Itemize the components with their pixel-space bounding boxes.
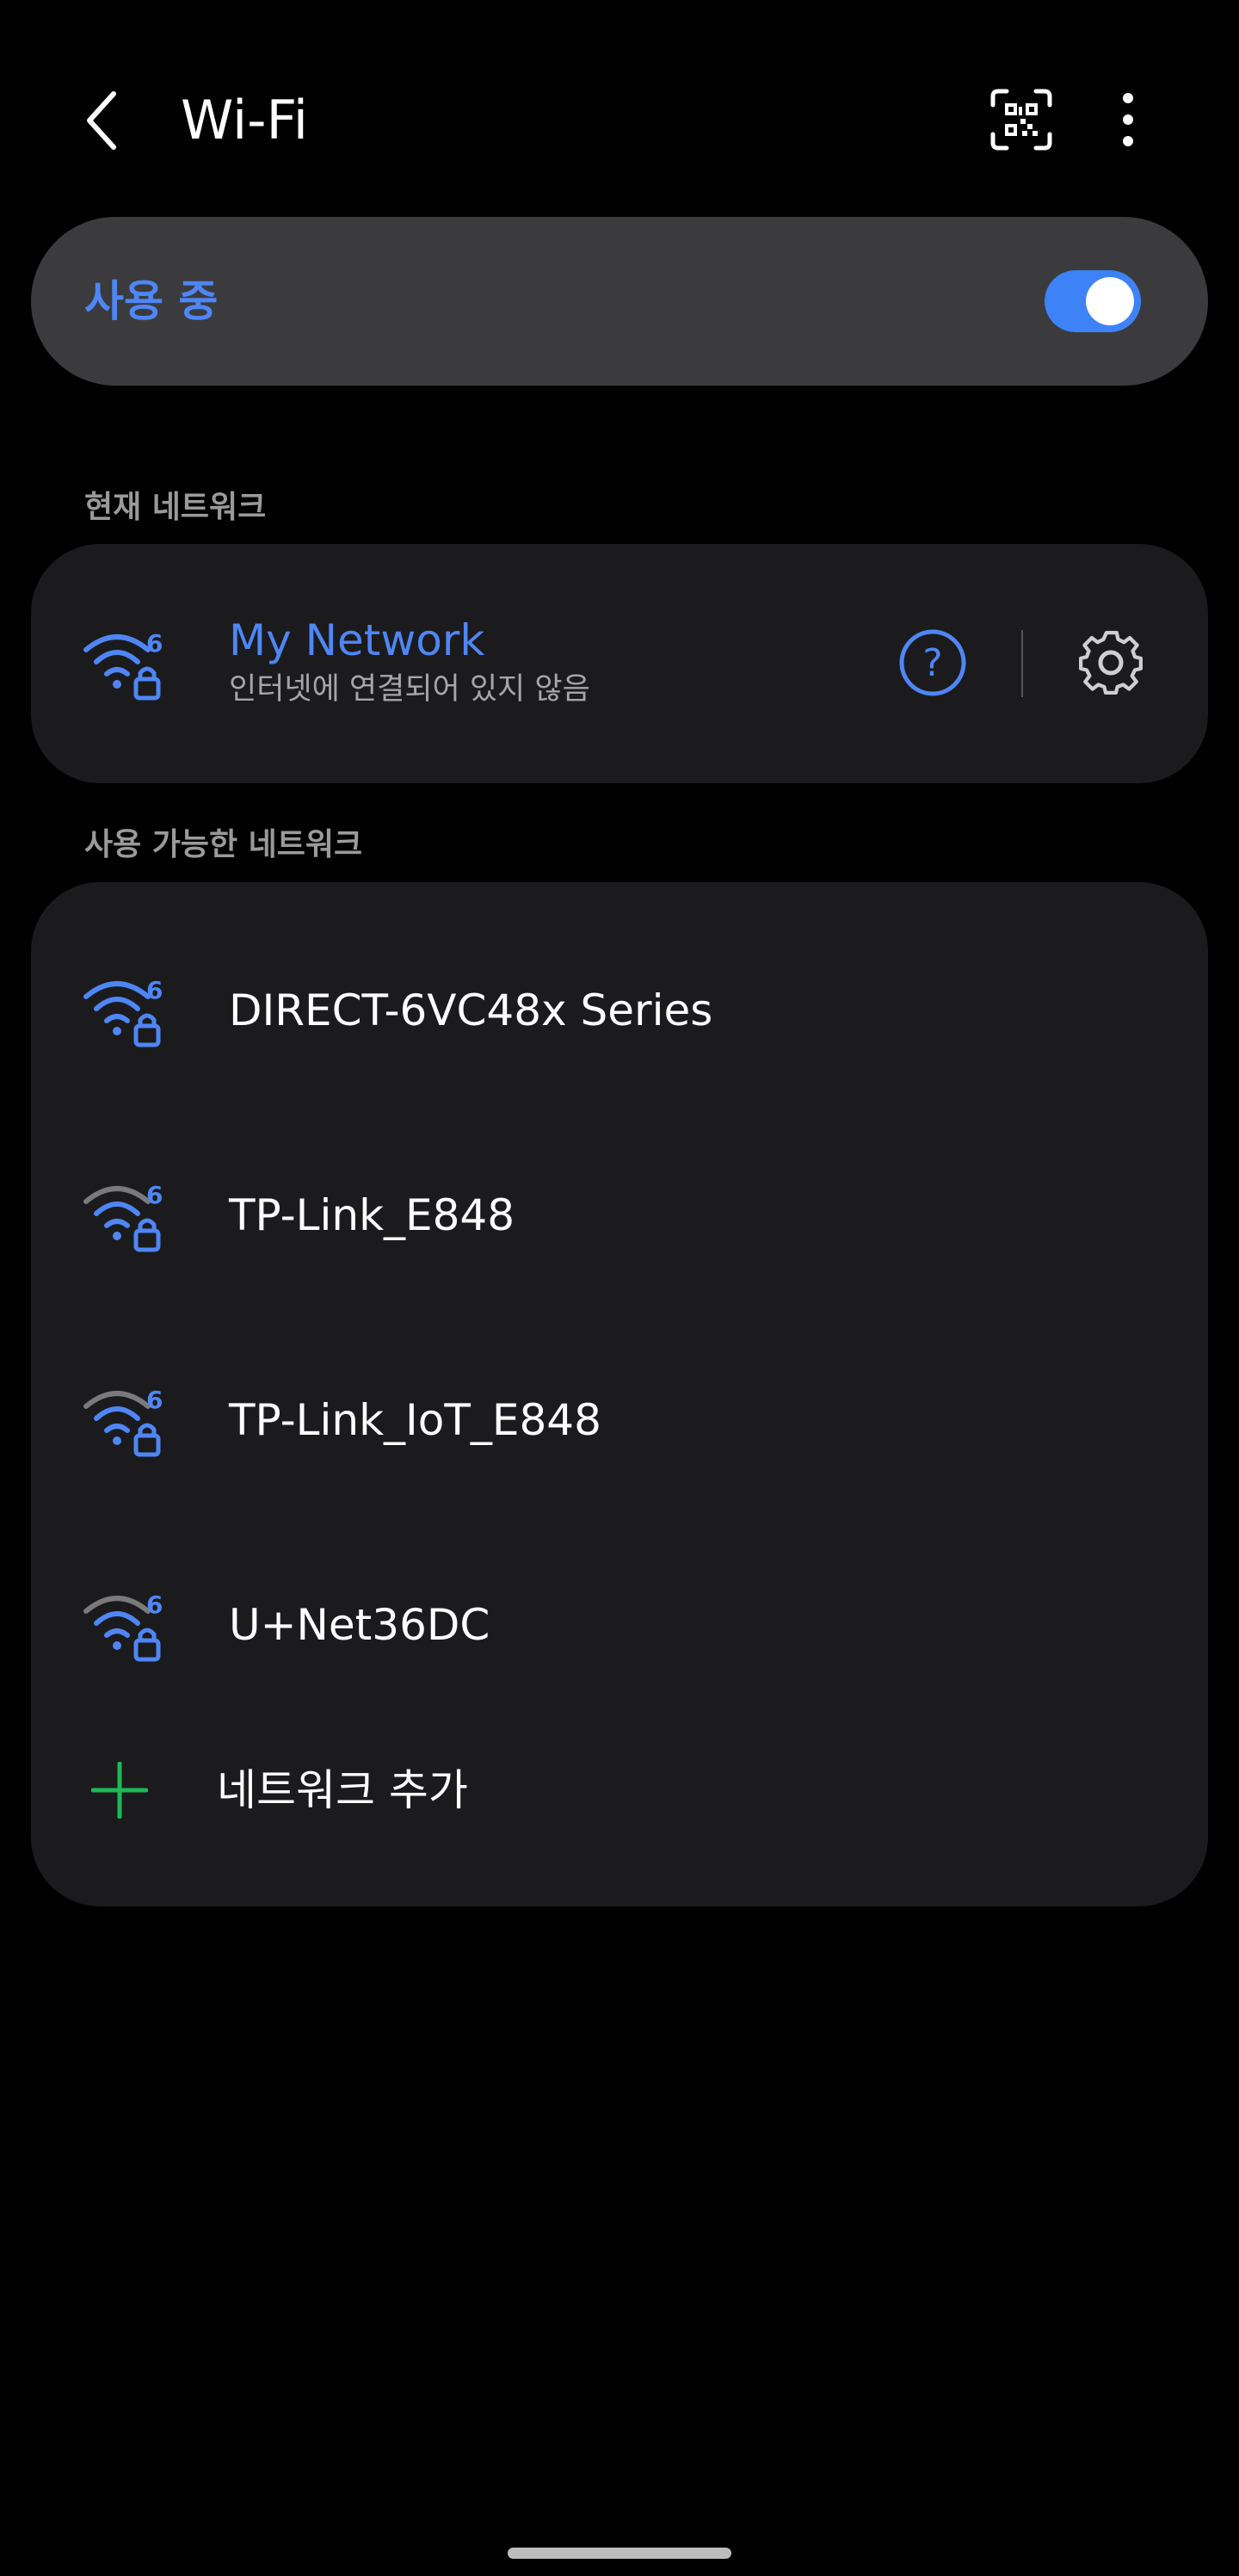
wifi-6-lock-icon: 6	[83, 626, 169, 703]
current-network-name[interactable]: My Network	[229, 613, 484, 668]
wifi-6-lock-icon: 6	[83, 1382, 169, 1460]
page-title: Wi-Fi	[181, 89, 308, 151]
network-name: DIRECT-6VC48x Series	[229, 985, 713, 1035]
help-button[interactable]: ?	[896, 626, 970, 700]
available-networks-card: 6 DIRECT-6VC48x Series 6 TP-Link_E848 6 …	[31, 882, 1208, 1906]
add-network-label: 네트워크 추가	[217, 1765, 468, 1815]
network-row[interactable]: 6 U+Net36DC	[31, 1523, 1208, 1727]
toggle-label: 사용 중	[84, 276, 219, 326]
network-row[interactable]: 6 TP-Link_E848	[31, 1113, 1208, 1318]
network-name: TP-Link_IoT_E848	[229, 1395, 601, 1445]
add-network-button[interactable]: 네트워크 추가	[31, 1700, 1208, 1872]
wifi-6-lock-icon: 6	[83, 973, 169, 1050]
back-button[interactable]	[77, 82, 129, 159]
svg-text:?: ?	[922, 641, 942, 685]
back-arrow-icon	[87, 91, 116, 150]
current-network-card: 6 My Network 인터넷에 연결되어 있지 않음 ?	[31, 544, 1208, 783]
available-networks-section-label: 사용 가능한 네트워크	[84, 827, 363, 862]
qr-code-icon	[990, 89, 1052, 151]
app-header: Wi-Fi	[0, 0, 1239, 241]
home-indicator[interactable]	[508, 2548, 731, 2559]
qr-code-button[interactable]	[989, 88, 1053, 151]
vertical-divider	[1021, 630, 1023, 697]
network-row[interactable]: 6 TP-Link_IoT_E848	[31, 1318, 1208, 1523]
more-vertical-icon	[1123, 93, 1133, 146]
wifi-6-lock-icon: 6	[83, 1587, 169, 1665]
current-network-section-label: 현재 네트워크	[84, 490, 267, 525]
wifi-switch[interactable]	[1045, 270, 1141, 332]
svg-text:6: 6	[146, 1386, 163, 1414]
wifi-master-toggle-row[interactable]: 사용 중	[31, 217, 1208, 386]
wifi-6-lock-icon: 6	[83, 1177, 169, 1255]
svg-text:6: 6	[146, 1181, 163, 1209]
svg-text:6: 6	[146, 976, 163, 1004]
more-options-button[interactable]	[1115, 88, 1141, 151]
svg-text:6: 6	[146, 1591, 163, 1619]
network-name: TP-Link_E848	[229, 1190, 515, 1240]
plus-icon	[91, 1762, 148, 1819]
question-circle-icon: ?	[899, 629, 966, 696]
switch-knob	[1086, 277, 1134, 325]
svg-text:6: 6	[146, 629, 163, 658]
current-network-status: 인터넷에 연결되어 있지 않음	[229, 672, 590, 707]
network-name: U+Net36DC	[229, 1600, 490, 1650]
network-row[interactable]: 6 DIRECT-6VC48x Series	[31, 908, 1208, 1113]
network-settings-button[interactable]	[1074, 626, 1148, 700]
gear-icon	[1079, 631, 1143, 695]
